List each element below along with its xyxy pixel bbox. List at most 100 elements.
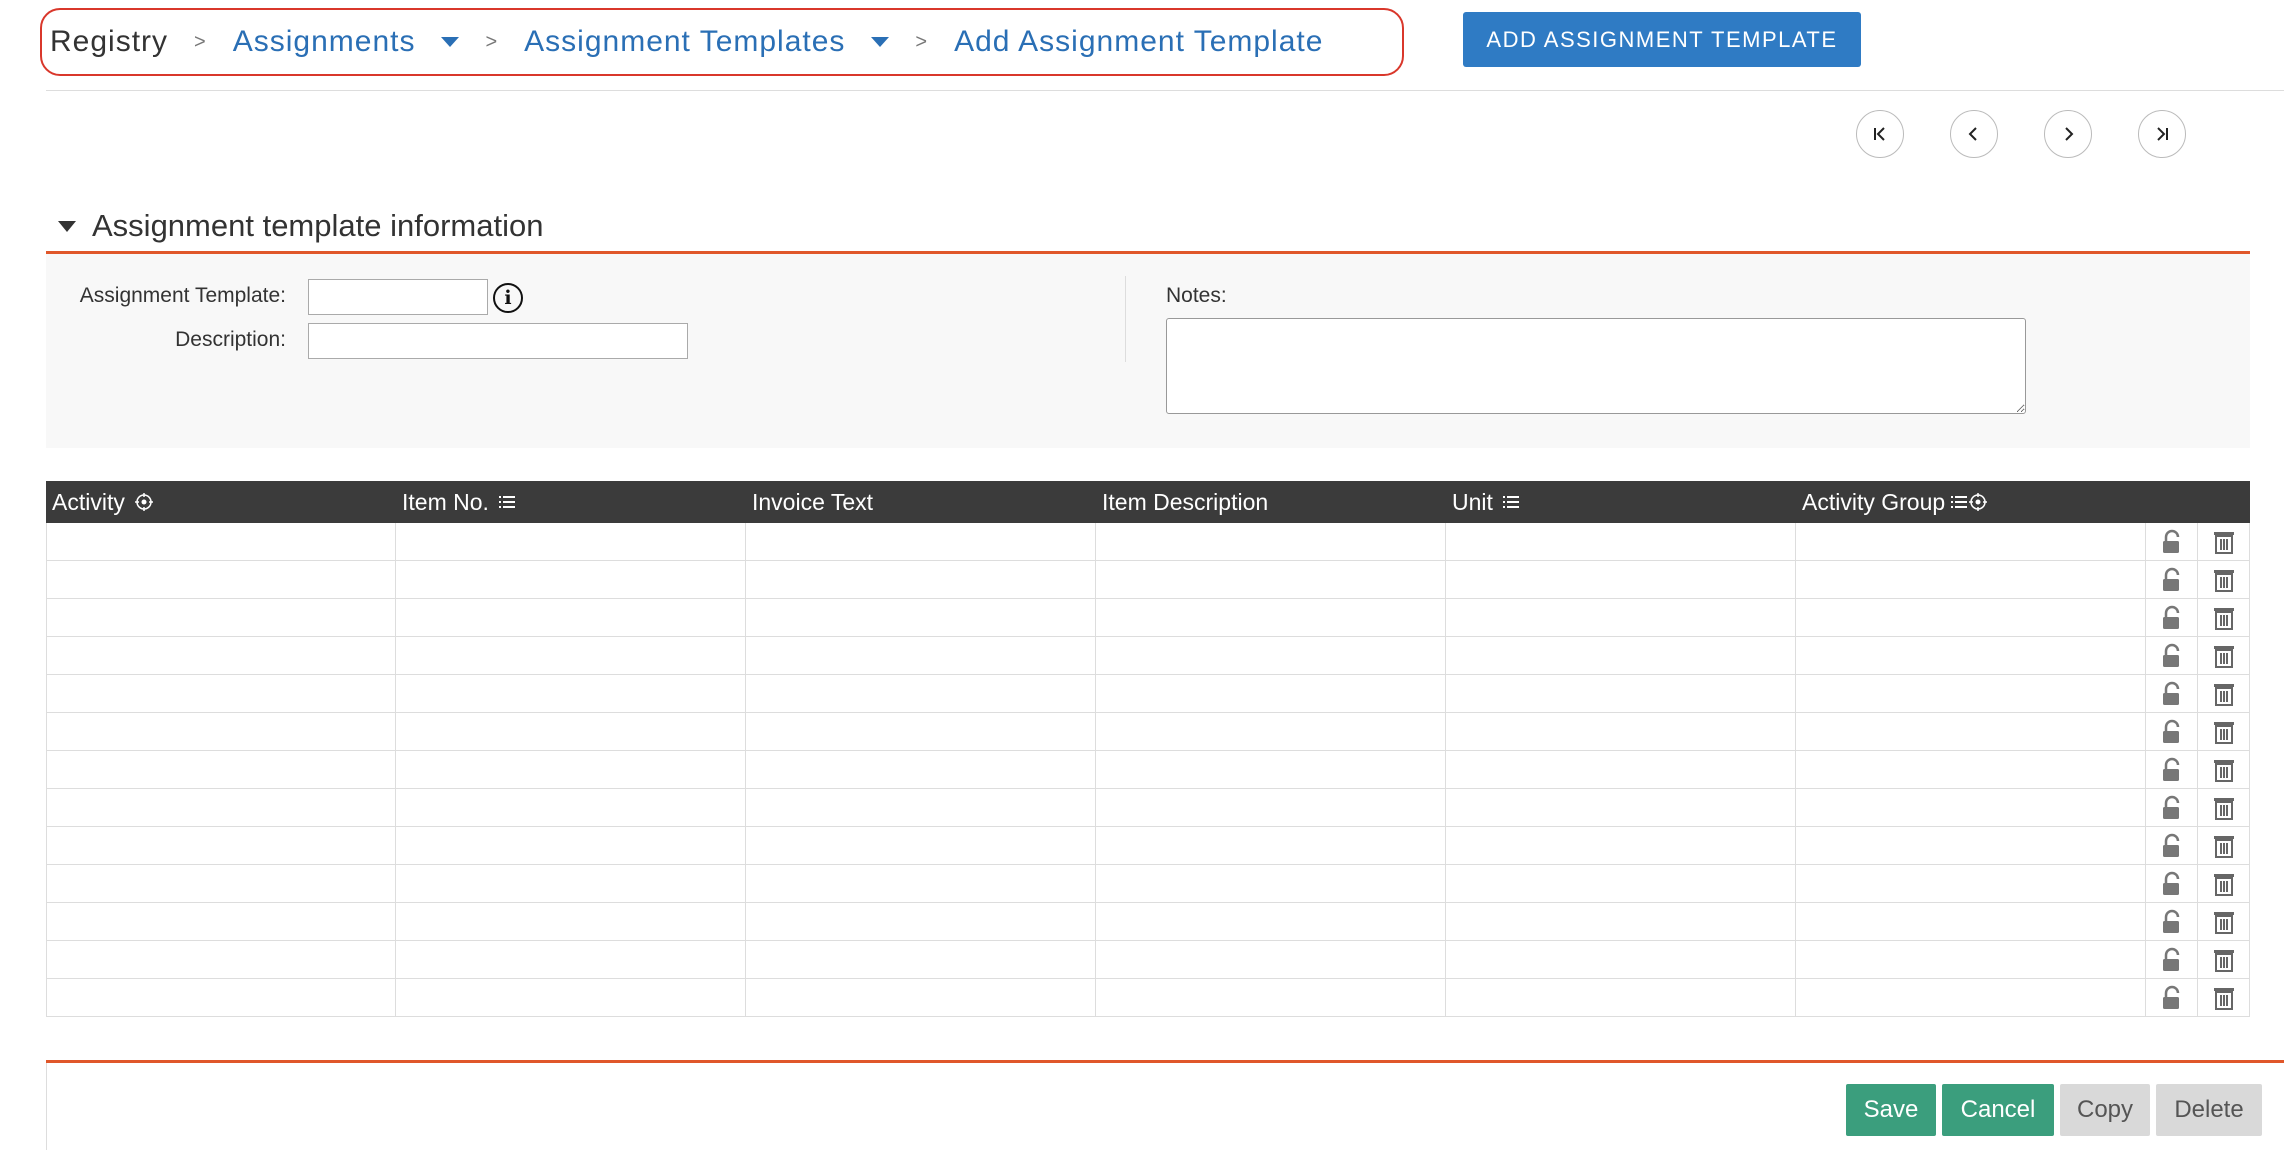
unlock-button[interactable] (2146, 903, 2198, 940)
grid-cell[interactable] (746, 865, 1096, 902)
delete-row-button[interactable] (2198, 637, 2250, 674)
delete-row-button[interactable] (2198, 599, 2250, 636)
unlock-button[interactable] (2146, 561, 2198, 598)
grid-cell[interactable] (1096, 903, 1446, 940)
grid-cell[interactable] (396, 523, 746, 560)
unlock-button[interactable] (2146, 979, 2198, 1016)
grid-cell[interactable] (1096, 599, 1446, 636)
grid-cell[interactable] (1446, 599, 1796, 636)
notes-textarea[interactable] (1166, 318, 2026, 414)
grid-cell[interactable] (46, 523, 396, 560)
grid-cell[interactable] (46, 789, 396, 826)
delete-row-button[interactable] (2198, 751, 2250, 788)
grid-cell[interactable] (396, 979, 746, 1016)
breadcrumb-current[interactable]: Add Assignment Template (954, 25, 1323, 59)
delete-row-button[interactable] (2198, 903, 2250, 940)
target-icon[interactable] (1969, 493, 1988, 511)
grid-cell[interactable] (1096, 789, 1446, 826)
section-header[interactable]: Assignment template information (58, 208, 543, 244)
unlock-button[interactable] (2146, 941, 2198, 978)
grid-cell[interactable] (1096, 675, 1446, 712)
grid-cell[interactable] (746, 561, 1096, 598)
grid-cell[interactable] (1096, 751, 1446, 788)
grid-cell[interactable] (746, 789, 1096, 826)
column-activity-group[interactable]: Activity Group (1796, 481, 2250, 523)
grid-cell[interactable] (1096, 941, 1446, 978)
target-icon[interactable] (134, 493, 153, 511)
grid-cell[interactable] (1446, 675, 1796, 712)
grid-cell[interactable] (396, 751, 746, 788)
chevron-down-icon[interactable] (871, 37, 890, 47)
grid-cell[interactable] (46, 713, 396, 750)
grid-cell[interactable] (1796, 675, 2146, 712)
grid-cell[interactable] (746, 523, 1096, 560)
grid-cell[interactable] (746, 675, 1096, 712)
unlock-button[interactable] (2146, 713, 2198, 750)
grid-cell[interactable] (396, 903, 746, 940)
grid-cell[interactable] (46, 561, 396, 598)
grid-cell[interactable] (1446, 979, 1796, 1016)
delete-row-button[interactable] (2198, 713, 2250, 750)
grid-cell[interactable] (1446, 789, 1796, 826)
delete-row-button[interactable] (2198, 789, 2250, 826)
last-page-button[interactable] (2138, 110, 2186, 158)
previous-page-button[interactable] (1950, 110, 1998, 158)
unlock-button[interactable] (2146, 865, 2198, 902)
grid-cell[interactable] (46, 979, 396, 1016)
grid-cell[interactable] (396, 713, 746, 750)
unlock-button[interactable] (2146, 599, 2198, 636)
grid-cell[interactable] (46, 751, 396, 788)
unlock-button[interactable] (2146, 751, 2198, 788)
grid-cell[interactable] (1796, 827, 2146, 864)
grid-cell[interactable] (746, 979, 1096, 1016)
grid-cell[interactable] (1446, 637, 1796, 674)
column-unit[interactable]: Unit (1446, 481, 1796, 523)
delete-row-button[interactable] (2198, 561, 2250, 598)
breadcrumb-assignments[interactable]: Assignments (233, 25, 460, 59)
grid-cell[interactable] (396, 941, 746, 978)
column-activity[interactable]: Activity (46, 481, 396, 523)
grid-cell[interactable] (396, 789, 746, 826)
grid-cell[interactable] (1446, 827, 1796, 864)
unlock-button[interactable] (2146, 789, 2198, 826)
assignment-template-input[interactable] (308, 279, 488, 315)
grid-cell[interactable] (1796, 789, 2146, 826)
grid-cell[interactable] (1096, 561, 1446, 598)
grid-cell[interactable] (1446, 713, 1796, 750)
grid-cell[interactable] (1446, 751, 1796, 788)
breadcrumb-assignment-templates[interactable]: Assignment Templates (524, 25, 890, 59)
list-icon[interactable] (1502, 495, 1519, 509)
grid-cell[interactable] (1096, 865, 1446, 902)
grid-cell[interactable] (396, 561, 746, 598)
grid-cell[interactable] (396, 675, 746, 712)
unlock-button[interactable] (2146, 827, 2198, 864)
grid-cell[interactable] (1796, 865, 2146, 902)
description-input[interactable] (308, 323, 688, 359)
grid-cell[interactable] (46, 941, 396, 978)
grid-cell[interactable] (746, 941, 1096, 978)
chevron-down-icon[interactable] (441, 37, 460, 47)
grid-cell[interactable] (1796, 599, 2146, 636)
grid-cell[interactable] (1796, 979, 2146, 1016)
grid-cell[interactable] (1796, 637, 2146, 674)
grid-cell[interactable] (1796, 523, 2146, 560)
delete-row-button[interactable] (2198, 941, 2250, 978)
grid-cell[interactable] (746, 827, 1096, 864)
grid-cell[interactable] (1096, 523, 1446, 560)
grid-cell[interactable] (396, 827, 746, 864)
first-page-button[interactable] (1856, 110, 1904, 158)
grid-cell[interactable] (1096, 637, 1446, 674)
info-icon[interactable]: i (493, 283, 523, 313)
save-button[interactable]: Save (1846, 1084, 1936, 1136)
grid-cell[interactable] (46, 675, 396, 712)
grid-cell[interactable] (1796, 941, 2146, 978)
delete-row-button[interactable] (2198, 675, 2250, 712)
grid-cell[interactable] (46, 903, 396, 940)
delete-button[interactable]: Delete (2156, 1084, 2262, 1136)
grid-cell[interactable] (1446, 523, 1796, 560)
copy-button[interactable]: Copy (2060, 1084, 2150, 1136)
list-icon[interactable] (498, 495, 515, 509)
grid-cell[interactable] (46, 637, 396, 674)
grid-cell[interactable] (396, 599, 746, 636)
column-item-description[interactable]: Item Description (1096, 481, 1446, 523)
